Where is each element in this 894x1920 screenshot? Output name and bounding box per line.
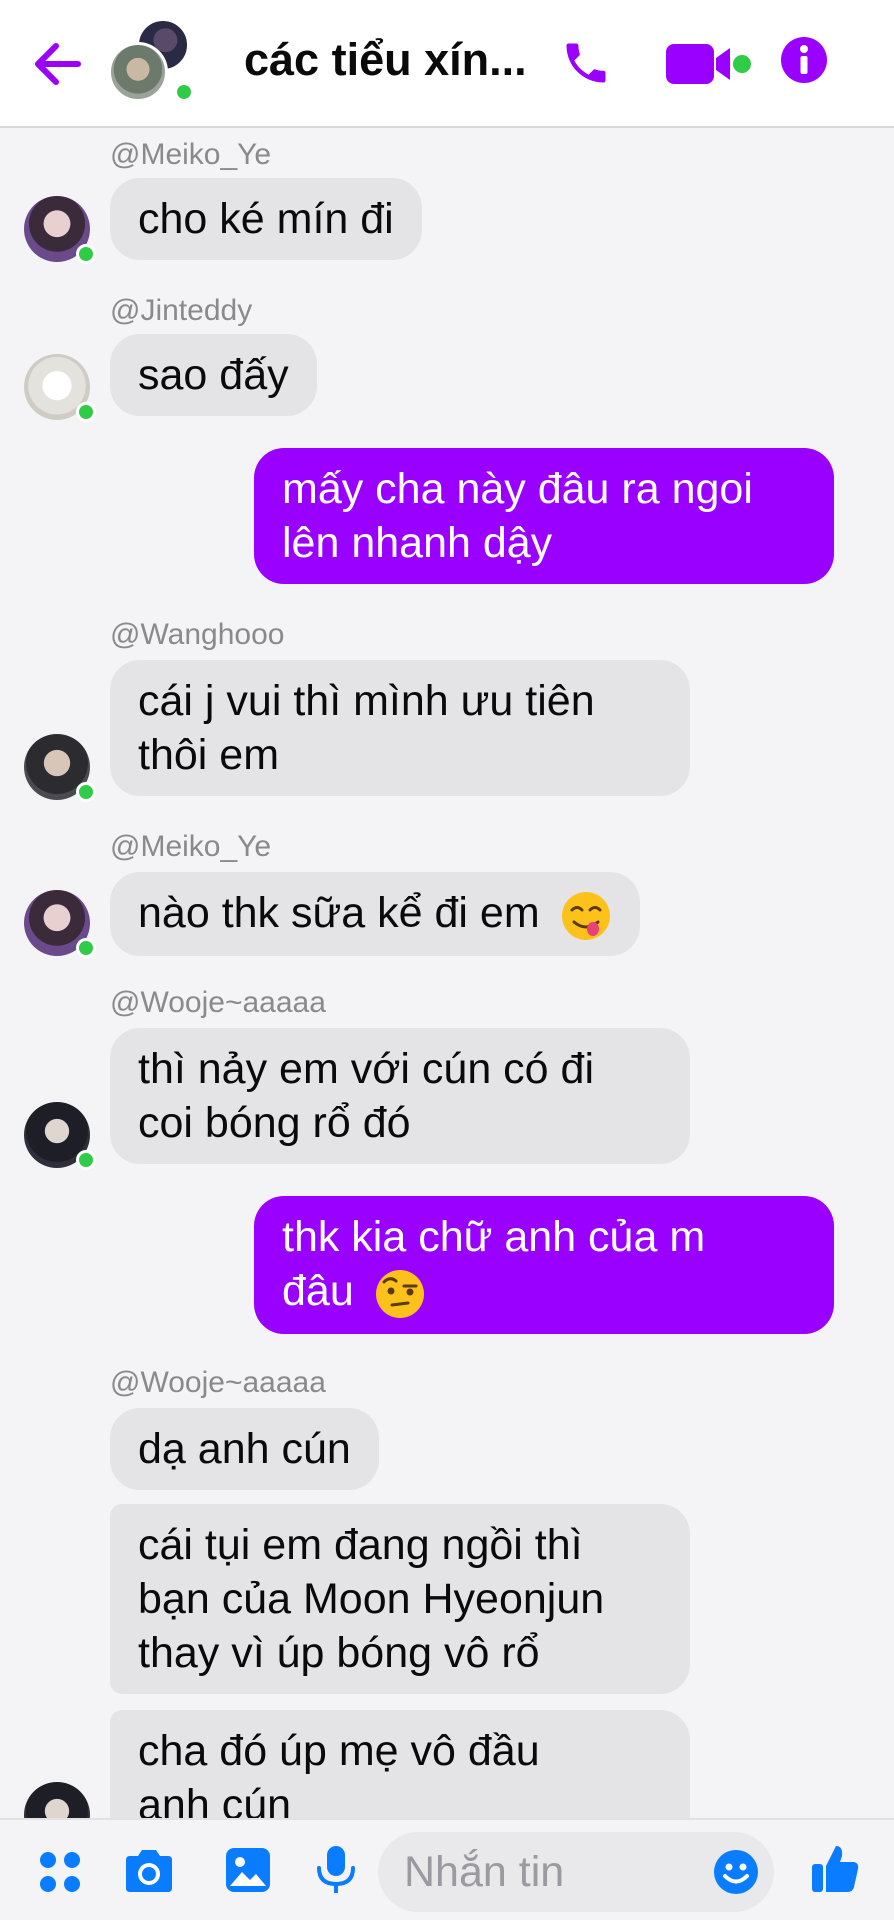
message-text: cho ké mín đi	[138, 195, 394, 243]
video-camera-icon[interactable]	[664, 42, 754, 86]
avatar[interactable]	[24, 890, 96, 958]
microphone-icon[interactable]	[314, 1844, 358, 1896]
message-bubble[interactable]: thì nảy em với cún có đi coi bóng rổ đó	[110, 1028, 690, 1164]
avatar[interactable]	[24, 196, 96, 264]
message-input[interactable]	[404, 1844, 704, 1900]
message-bubble[interactable]: cái j vui thì mình ưu tiên thôi em	[110, 660, 690, 796]
message-bubble[interactable]: sao đấy	[110, 334, 317, 416]
message-text: thì nảy em với cún có đi	[138, 1045, 595, 1093]
message-text: lên nhanh dậy	[282, 519, 553, 567]
back-arrow-icon[interactable]	[30, 38, 86, 90]
avatar[interactable]	[24, 1102, 96, 1170]
message-text: cái tụi em đang ngồi thì	[138, 1521, 583, 1569]
online-status-dot	[76, 244, 96, 264]
message-text: coi bóng rổ đó	[138, 1099, 411, 1147]
chat-header: các tiểu xín...	[0, 0, 894, 128]
message-list[interactable]: @Meiko_Ye cho ké mín đi @Jinteddy sao đấ…	[0, 130, 894, 1818]
message-text: mấy cha này đâu ra ngoi	[282, 465, 753, 513]
sender-name: @Wanghooo	[110, 618, 285, 651]
camera-icon[interactable]	[122, 1848, 176, 1894]
message-bubble[interactable]: cho ké mín đi	[110, 178, 422, 260]
online-status-dot	[76, 1150, 96, 1170]
message-input-container[interactable]	[378, 1832, 774, 1912]
sender-name: @Wooje~aaaaa	[110, 986, 326, 1019]
avatar[interactable]	[24, 354, 96, 422]
emoji-icon[interactable]	[712, 1848, 760, 1896]
message-text: thay vì úp bóng vô rổ	[138, 1629, 540, 1677]
message-bubble-outgoing[interactable]: mấy cha này đâu ra ngoi lên nhanh dậy	[254, 448, 834, 584]
online-status-dot	[76, 402, 96, 422]
message-bubble[interactable]: cái tụi em đang ngồi thì bạn của Moon Hy…	[110, 1504, 690, 1694]
avatar[interactable]	[24, 734, 96, 802]
message-text: dạ anh cún	[138, 1425, 351, 1473]
message-bubble[interactable]: nào thk sữa kể đi em	[110, 872, 640, 956]
sender-name: @Meiko_Ye	[110, 138, 272, 171]
sender-name: @Jinteddy	[110, 294, 253, 327]
online-status-dot	[76, 938, 96, 958]
message-composer	[0, 1818, 894, 1920]
message-text: thk kia chữ anh của m	[282, 1213, 706, 1261]
message-bubble[interactable]: dạ anh cún	[110, 1408, 379, 1490]
message-text: bạn của Moon Hyeonjun	[138, 1575, 605, 1623]
sender-name: @Wooje~aaaaa	[110, 1366, 326, 1399]
thumbs-up-icon[interactable]	[810, 1842, 860, 1894]
message-text: anh cún	[138, 1781, 292, 1818]
message-text: cha đó úp mẹ vô đầu	[138, 1727, 540, 1775]
face-with-raised-eyebrow-emoji-icon	[375, 1269, 424, 1318]
message-text: sao đấy	[138, 351, 289, 399]
image-icon[interactable]	[224, 1846, 272, 1894]
online-status-dot	[174, 82, 194, 102]
info-icon[interactable]	[780, 36, 828, 84]
conversation-title[interactable]: các tiểu xín...	[244, 34, 544, 86]
message-bubble[interactable]: cha đó úp mẹ vô đầu anh cún	[110, 1710, 690, 1818]
online-status-dot	[76, 782, 96, 802]
avatar[interactable]	[24, 1782, 90, 1818]
message-text: cái j vui thì mình ưu tiên	[138, 677, 595, 725]
phone-icon[interactable]	[560, 36, 612, 90]
group-avatar-member-2	[108, 42, 168, 102]
group-avatar[interactable]	[108, 18, 198, 102]
sender-name: @Meiko_Ye	[110, 830, 272, 863]
message-text: nào thk sữa kể đi em	[138, 889, 540, 937]
message-text: thôi em	[138, 731, 280, 779]
smiling-face-savoring-food-emoji-icon	[561, 891, 610, 940]
message-text: đâu	[282, 1267, 354, 1315]
message-bubble-outgoing[interactable]: thk kia chữ anh của m đâu	[254, 1196, 834, 1334]
apps-icon[interactable]	[38, 1850, 82, 1894]
